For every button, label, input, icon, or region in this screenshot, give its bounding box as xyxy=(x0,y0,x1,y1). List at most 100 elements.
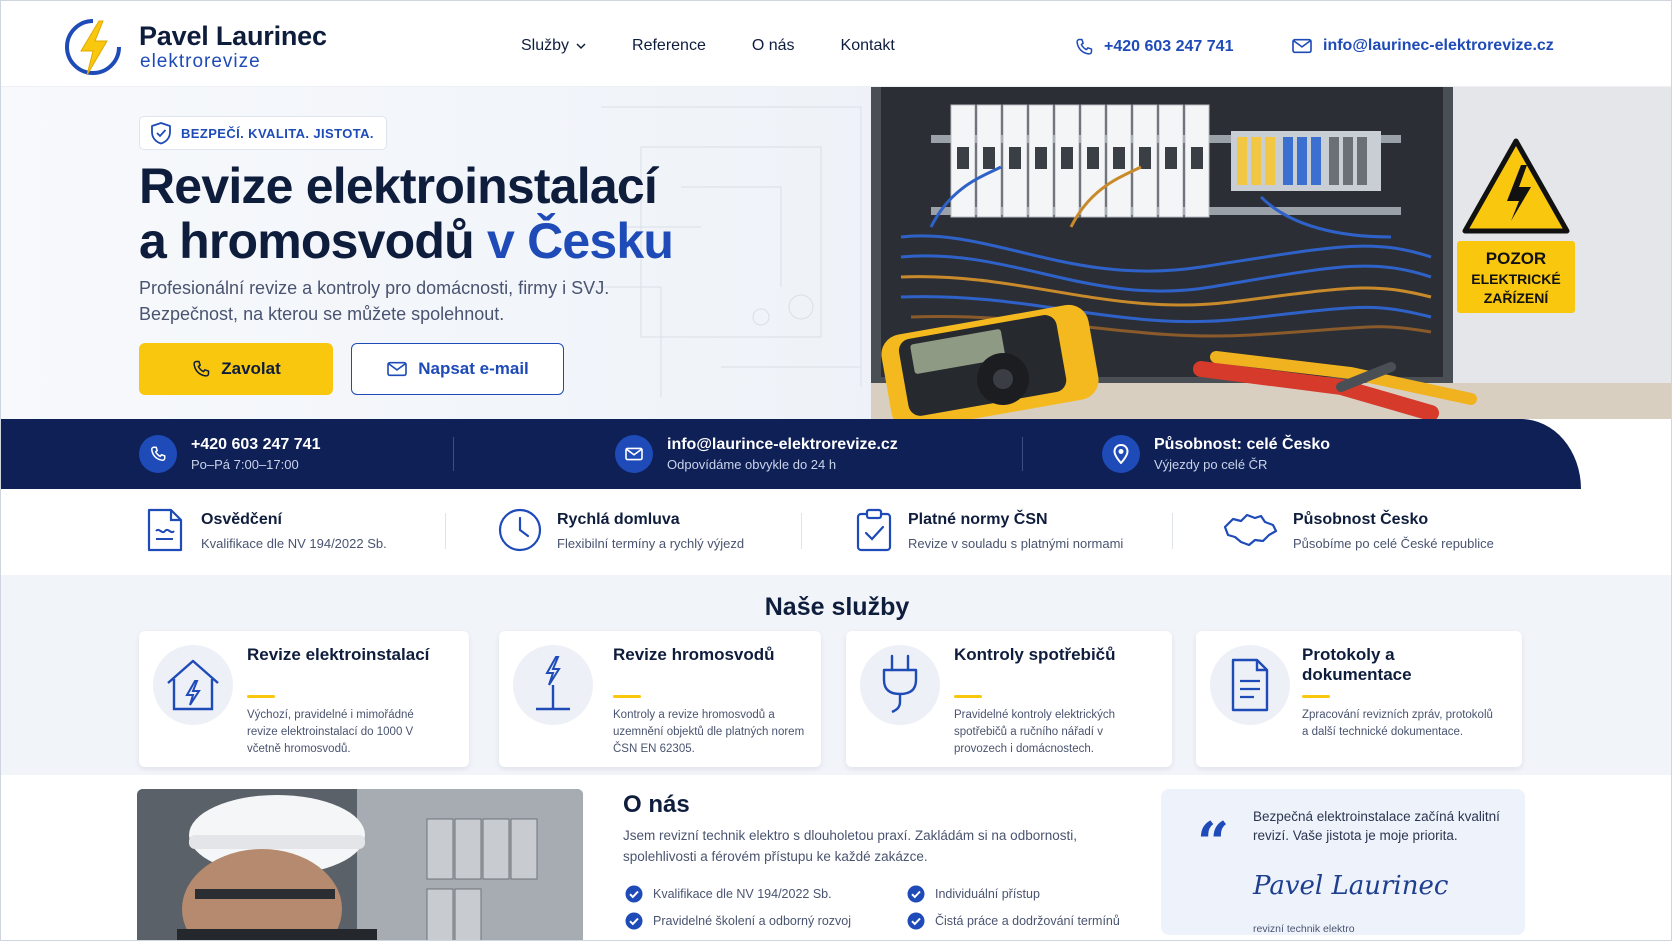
strip-divider xyxy=(1022,437,1023,471)
nav-item-kontakt[interactable]: Kontakt xyxy=(841,37,895,55)
phone-icon xyxy=(139,435,177,473)
check-label: Individuální přístup xyxy=(935,887,1040,901)
phone-icon xyxy=(193,360,210,377)
hero-title-line2: a hromosvodů v Česku xyxy=(139,213,674,269)
feature-title: Rychlá domluva xyxy=(557,511,680,528)
site-header: Pavel Laurinec elektrorevize Služby Refe… xyxy=(1,1,1671,87)
header-phone: +420 603 247 741 xyxy=(1104,38,1234,55)
feature-desc: Revize v souladu s platnými normami xyxy=(908,536,1124,551)
service-card-accent xyxy=(247,695,275,698)
feature-item: Osvědčení Kvalifikace dle NV 194/2022 Sb… xyxy=(143,507,387,553)
service-card[interactable]: Kontroly spotřebičů Pravidelné kontroly … xyxy=(846,631,1172,767)
strip-email-main: info@laurince-elektrorevize.cz xyxy=(667,436,898,453)
features-row: Osvědčení Kvalifikace dle NV 194/2022 Sb… xyxy=(1,489,1671,575)
check-label: Čistá práce a dodržování termínů xyxy=(935,914,1120,928)
check-item: Pravidelné školení a odborný rozvoj xyxy=(625,912,851,930)
hero-badge: BEZPEČÍ. KVALITA. JISTOTA. xyxy=(139,116,387,150)
mail-icon xyxy=(1292,38,1312,54)
email-button-label: Napsat e-mail xyxy=(418,359,529,378)
nav-label: O nás xyxy=(751,37,795,54)
feature-item: Působnost Česko Působíme po celé České r… xyxy=(1221,507,1494,553)
phone-icon xyxy=(1076,38,1093,55)
lightning-bolt-icon xyxy=(65,19,121,76)
quote-card: “ Bezpečná elektroinstalace začíná kvali… xyxy=(1161,789,1525,935)
document-icon xyxy=(1210,645,1290,725)
service-card-accent xyxy=(613,695,641,698)
mail-icon xyxy=(387,361,408,377)
strip-area: Působnost: celé Česko Výjezdy po celé ČR xyxy=(1102,435,1330,473)
nav-item-sluzby[interactable]: Služby xyxy=(521,37,586,55)
czech-map-icon xyxy=(1223,513,1278,547)
service-card[interactable]: Revize hromosvodů Kontroly a revize hrom… xyxy=(499,631,821,767)
service-card-desc: Kontroly a revize hromosvodů a uzemnění … xyxy=(613,709,805,755)
feature-desc: Kvalifikace dle NV 194/2022 Sb. xyxy=(201,536,387,551)
distribution-board-illustration: POZOR ELEKTRICKÉ ZAŘÍZENÍ xyxy=(871,87,1671,419)
feature-desc: Flexibilní termíny a rychlý výjezd xyxy=(557,536,745,551)
nav-item-reference[interactable]: Reference xyxy=(632,37,706,55)
strip-area-sub: Výjezdy po celé ČR xyxy=(1154,457,1268,472)
strip-phone-main: +420 603 247 741 xyxy=(191,436,321,453)
feature-title: Působnost Česko xyxy=(1293,511,1429,528)
check-item: Čistá práce a dodržování termínů xyxy=(907,912,1120,930)
check-label: Pravidelné školení a odborný rozvoj xyxy=(653,914,852,928)
check-circle-icon xyxy=(907,885,925,903)
service-card[interactable]: Revize elektroinstalací Výchozí, pravide… xyxy=(139,631,469,767)
technician-photo xyxy=(137,789,583,940)
services-title: Naše služby xyxy=(764,593,910,621)
logo[interactable]: Pavel Laurinec elektrorevize xyxy=(63,17,363,76)
strip-phone[interactable]: +420 603 247 741 Po–Pá 7:00–17:00 xyxy=(139,435,320,473)
service-card-title: Kontroly spotřebičů xyxy=(954,645,1116,664)
feature-title: Platné normy ČSN xyxy=(908,511,1048,528)
service-card[interactable]: Protokoly a dokumentace Zpracování reviz… xyxy=(1196,631,1522,767)
service-card-desc: Pravidelné kontroly elektrických spotřeb… xyxy=(954,709,1116,755)
about-title: O nás xyxy=(623,791,690,818)
shield-check-icon xyxy=(151,122,171,145)
nav-label: Kontakt xyxy=(840,37,895,54)
clock-icon xyxy=(498,508,542,552)
hero-title-line2-start: a hromosvodů xyxy=(139,213,487,269)
feature-item: Rychlá domluva Flexibilní termíny a rych… xyxy=(497,507,744,553)
nav-label: Reference xyxy=(632,37,706,54)
header-email: info@laurinec-elektrorevize.cz xyxy=(1323,37,1554,54)
strip-divider xyxy=(453,437,454,471)
strip-area-main: Působnost: celé Česko xyxy=(1154,436,1331,453)
svg-text:ELEKTRICKÉ: ELEKTRICKÉ xyxy=(1471,271,1560,287)
mail-icon xyxy=(615,435,653,473)
svg-text:POZOR: POZOR xyxy=(1486,249,1546,268)
hero-image-distribution-board: POZOR ELEKTRICKÉ ZAŘÍZENÍ xyxy=(871,87,1671,419)
clipboard-check-icon xyxy=(856,508,892,552)
feature-divider xyxy=(1172,513,1173,549)
svg-text:ZAŘÍZENÍ: ZAŘÍZENÍ xyxy=(1484,289,1550,306)
service-card-title: Revize elektroinstalací xyxy=(247,645,430,664)
services-section: Naše služby Revize elektroinstalací Vých… xyxy=(1,575,1671,775)
call-button-label: Zavolat xyxy=(221,359,281,378)
nav-label: Služby xyxy=(521,37,570,54)
chevron-down-icon xyxy=(576,43,586,50)
nav-item-o-nas[interactable]: O nás xyxy=(752,37,795,55)
service-card-accent xyxy=(954,695,982,698)
check-circle-icon xyxy=(907,912,925,930)
hero-badge-label: BEZPEČÍ. KVALITA. JISTOTA. xyxy=(181,125,374,141)
house-bolt-icon xyxy=(153,645,233,725)
about-text: Jsem revizní technik elektro s dlouholet… xyxy=(623,828,1077,864)
service-card-accent xyxy=(1302,695,1330,698)
header-phone-link[interactable]: +420 603 247 741 xyxy=(1074,37,1233,57)
brand-subtitle: elektrorevize xyxy=(140,51,261,72)
service-card-title: Revize hromosvodů xyxy=(613,645,775,664)
call-button[interactable]: Zavolat xyxy=(139,343,333,395)
about-section: O nás Jsem revizní technik elektro s dlo… xyxy=(1,775,1671,940)
main-nav: Služby Reference O nás Kontakt xyxy=(521,37,941,55)
check-item: Individuální přístup xyxy=(907,885,1040,903)
header-email-link[interactable]: info@laurinec-elektrorevize.cz xyxy=(1291,37,1554,55)
quote-icon: “ xyxy=(1197,810,1230,876)
lightning-rod-icon xyxy=(513,645,593,725)
signature-role: revizní technik elektro xyxy=(1253,923,1355,935)
strip-email[interactable]: info@laurince-elektrorevize.cz Odpovídám… xyxy=(615,435,898,473)
check-item: Kvalifikace dle NV 194/2022 Sb. xyxy=(625,885,832,903)
hero-title: Revize elektroinstalací a hromosvodů v Č… xyxy=(139,159,674,269)
signature: Pavel Laurinec xyxy=(1253,871,1449,901)
location-pin-icon xyxy=(1102,435,1140,473)
contact-strip: +420 603 247 741 Po–Pá 7:00–17:00 info@l… xyxy=(1,419,1581,489)
email-button[interactable]: Napsat e-mail xyxy=(351,343,564,395)
check-circle-icon xyxy=(625,912,643,930)
